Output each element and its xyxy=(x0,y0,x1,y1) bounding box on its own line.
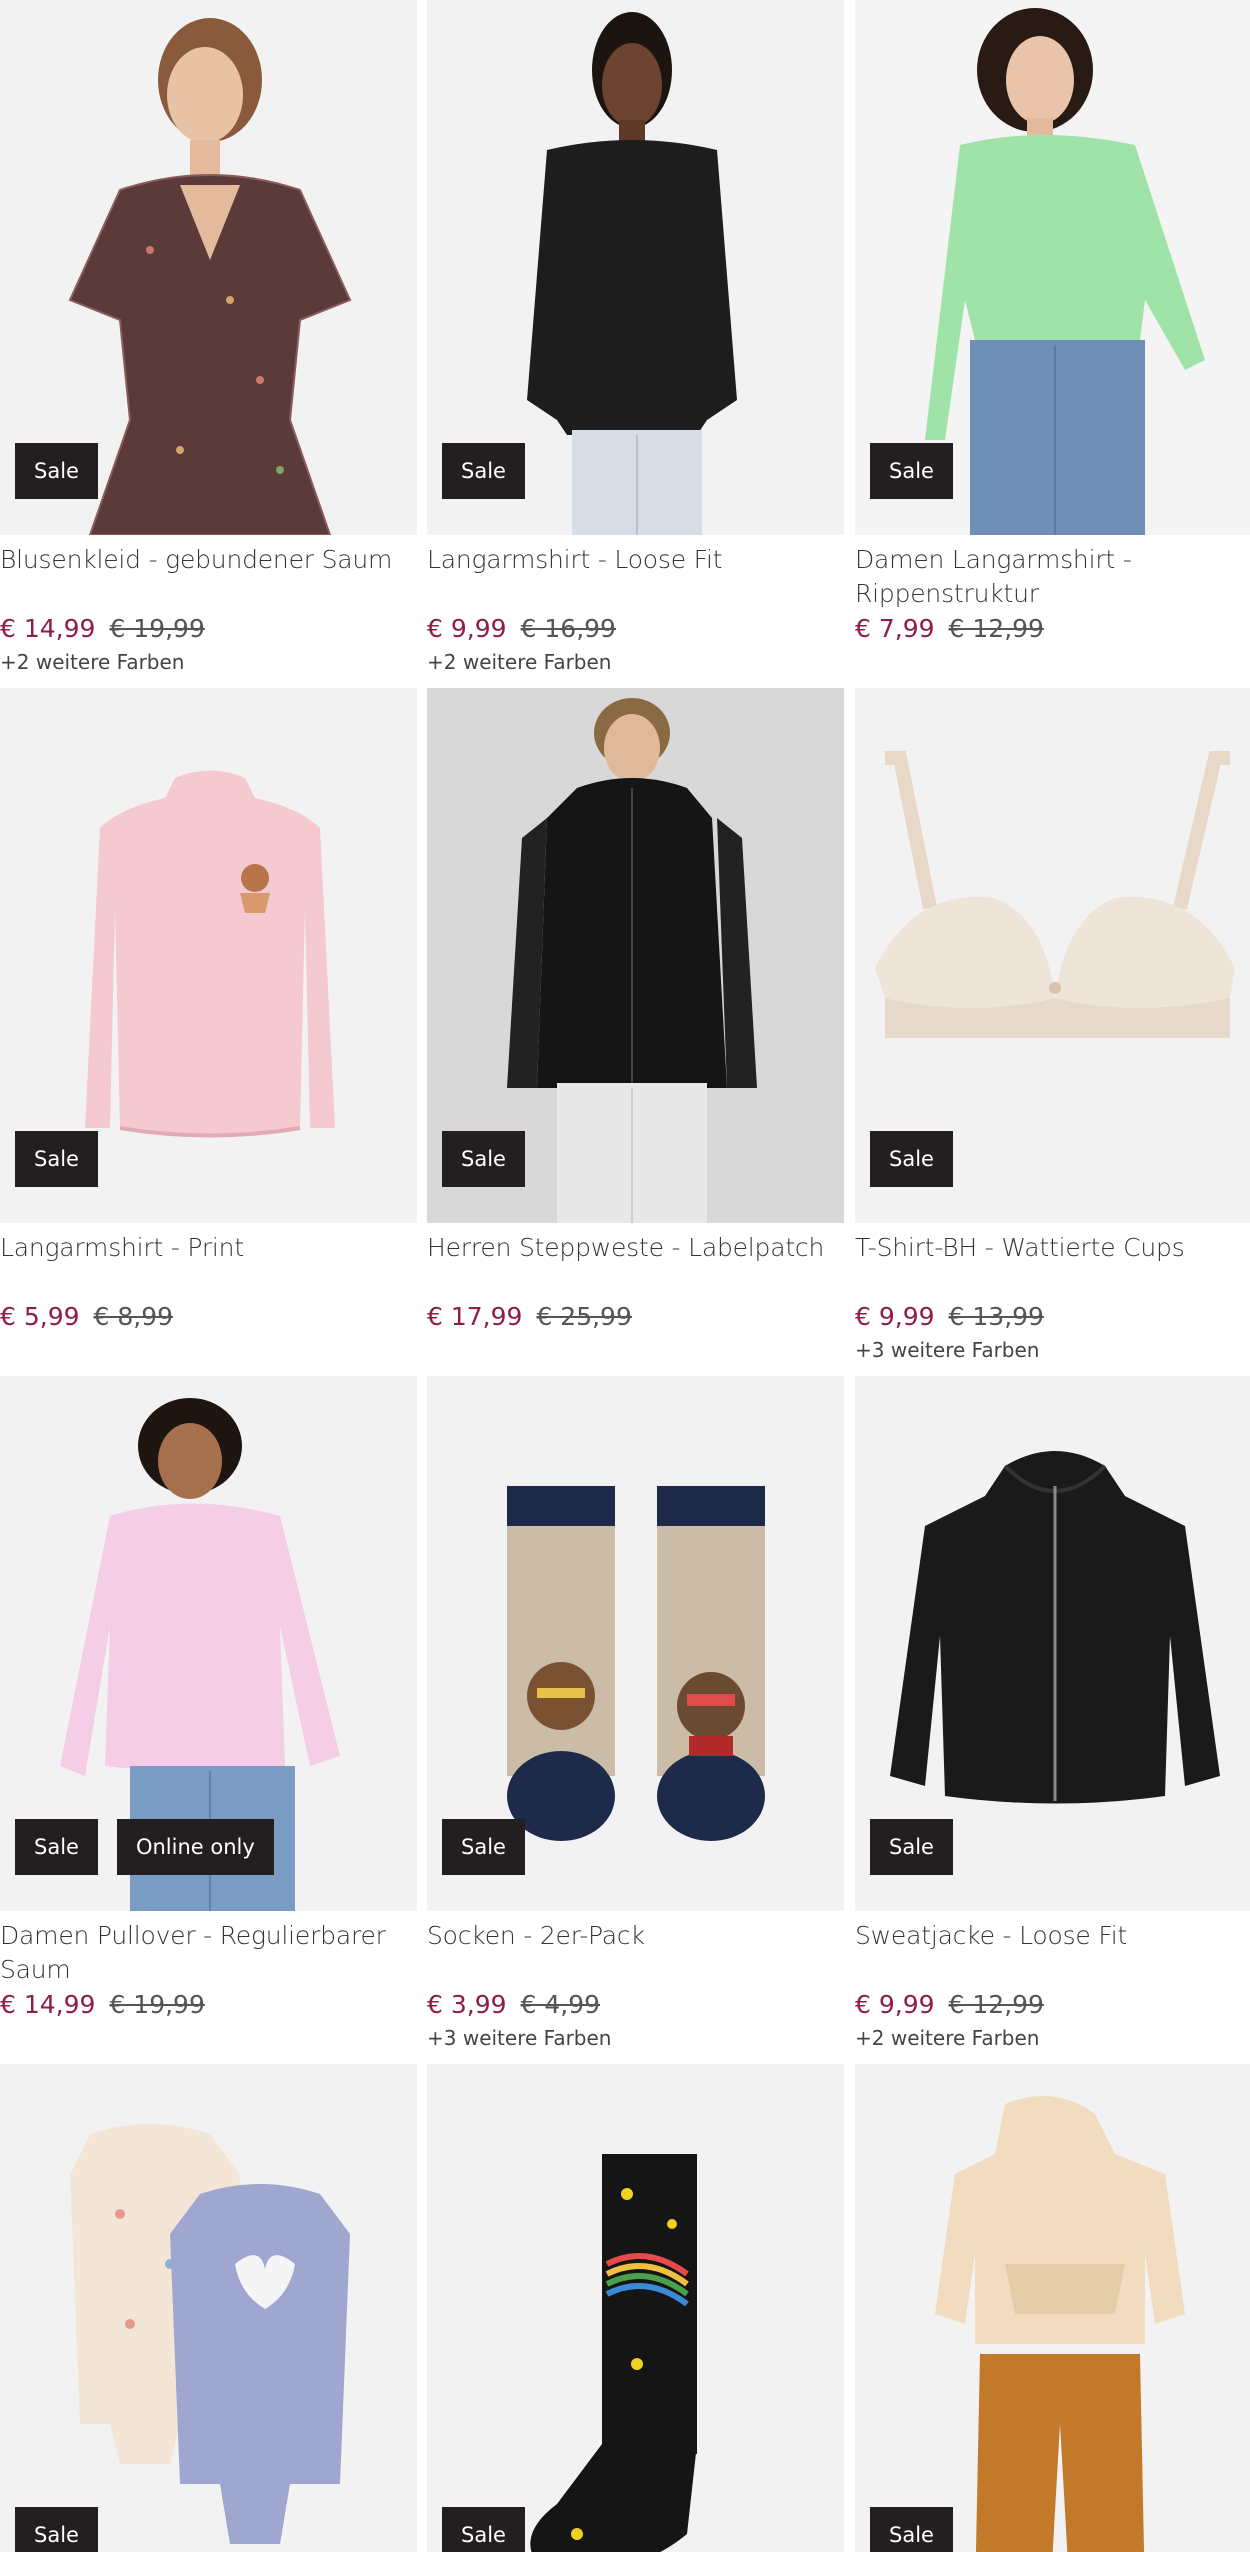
sale-badge: Sale xyxy=(442,2507,525,2552)
price-row: € 5,99 € 8,99 xyxy=(0,1299,417,1335)
badge-group: Sale xyxy=(442,443,525,499)
badge-group: Sale xyxy=(870,2507,953,2552)
sale-price: € 9,99 xyxy=(855,1302,935,1331)
more-colors-link[interactable] xyxy=(0,1335,417,1365)
price-row: € 17,99 € 25,99 xyxy=(427,1299,844,1335)
product-card[interactable]: Sale Sweatjacke - Loose Fit € 9,99 € 12,9… xyxy=(855,1376,1250,2053)
product-card[interactable]: Sale xyxy=(0,2064,417,2552)
product-image[interactable]: Sale xyxy=(427,0,844,535)
product-card[interactable]: Sale T-Shirt-BH - Wattierte Cups € 9,99 €… xyxy=(855,688,1250,1365)
badge-group: Sale Online only xyxy=(15,1819,274,1875)
sale-badge: Sale xyxy=(870,443,953,499)
price-row: € 14,99 € 19,99 xyxy=(0,611,417,647)
sale-price: € 3,99 xyxy=(427,1990,507,2019)
old-price: € 12,99 xyxy=(948,1990,1044,2019)
sale-badge: Sale xyxy=(15,1819,98,1875)
product-grid: Sale Blusenkleid - gebundener Saum € 14,… xyxy=(0,0,1250,2552)
product-card[interactable]: Sale xyxy=(427,2064,844,2552)
product-title[interactable]: Langarmshirt - Print xyxy=(0,1231,417,1299)
product-title[interactable]: Socken - 2er-Pack xyxy=(427,1919,844,1987)
sale-price: € 7,99 xyxy=(855,614,935,643)
kids-hoodie-set-image xyxy=(855,2064,1250,2552)
old-price: € 13,99 xyxy=(948,1302,1044,1331)
product-image[interactable]: Sale xyxy=(855,688,1250,1223)
sale-price: € 9,99 xyxy=(855,1990,935,2019)
old-price: € 12,99 xyxy=(948,614,1044,643)
product-title[interactable]: Damen Langarmshirt - Rippenstruktur xyxy=(855,543,1250,611)
product-image[interactable]: Sale xyxy=(855,2064,1250,2552)
sale-badge: Sale xyxy=(870,2507,953,2552)
product-title[interactable]: Herren Steppweste - Labelpatch xyxy=(427,1231,844,1299)
badge-group: Sale xyxy=(870,1819,953,1875)
sale-price: € 14,99 xyxy=(0,1990,96,2019)
product-image[interactable]: Sale Online only xyxy=(0,1376,417,1911)
product-card[interactable]: Sale Damen Langarmshirt - Rippenstruktur… xyxy=(855,0,1250,677)
badge-group: Sale xyxy=(870,443,953,499)
product-title[interactable]: Blusenkleid - gebundener Saum xyxy=(0,543,417,611)
product-image[interactable]: Sale xyxy=(855,0,1250,535)
product-image[interactable]: Sale xyxy=(0,2064,417,2552)
badge-group: Sale xyxy=(15,443,98,499)
online-only-badge: Online only xyxy=(116,1819,274,1875)
product-card[interactable]: Sale Langarmshirt - Print € 5,99 € 8,99 xyxy=(0,688,417,1365)
old-price: € 8,99 xyxy=(93,1302,174,1331)
sale-price: € 5,99 xyxy=(0,1302,80,1331)
rainbow-sock-image xyxy=(427,2064,844,2552)
more-colors-link[interactable] xyxy=(855,647,1250,677)
product-title[interactable]: Damen Pullover - Regulierbarer Saum xyxy=(0,1919,417,1987)
product-card[interactable]: Sale Blusenkleid - gebundener Saum € 14,… xyxy=(0,0,417,677)
product-title[interactable]: Langarmshirt - Loose Fit xyxy=(427,543,844,611)
badge-group: Sale xyxy=(442,1131,525,1187)
badge-group: Sale xyxy=(870,1131,953,1187)
price-row: € 3,99 € 4,99 xyxy=(427,1987,844,2023)
product-card[interactable]: Sale Online only Damen Pullover - Reguli… xyxy=(0,1376,417,2053)
baby-sleepsuits-image xyxy=(0,2064,417,2552)
badge-group: Sale xyxy=(15,2507,98,2552)
product-card[interactable]: Sale Socken - 2er-Pack € 3,99 € 4,99 +3 w… xyxy=(427,1376,844,2053)
sale-badge: Sale xyxy=(442,443,525,499)
more-colors-link[interactable]: +3 weitere Farben xyxy=(855,1335,1250,1365)
product-title[interactable]: T-Shirt-BH - Wattierte Cups xyxy=(855,1231,1250,1299)
old-price: € 19,99 xyxy=(109,1990,205,2019)
sale-badge: Sale xyxy=(442,1819,525,1875)
product-card[interactable]: Sale Herren Steppweste - Labelpatch € 17… xyxy=(427,688,844,1365)
product-card[interactable]: Sale Langarmshirt - Loose Fit € 9,99 € 16… xyxy=(427,0,844,677)
more-colors-link[interactable]: +3 weitere Farben xyxy=(427,2023,844,2053)
price-row: € 9,99 € 16,99 xyxy=(427,611,844,647)
sale-price: € 9,99 xyxy=(427,614,507,643)
product-image[interactable]: Sale xyxy=(427,2064,844,2552)
old-price: € 16,99 xyxy=(520,614,616,643)
product-image[interactable]: Sale xyxy=(427,688,844,1223)
more-colors-link[interactable]: +2 weitere Farben xyxy=(0,647,417,677)
sale-badge: Sale xyxy=(442,1131,525,1187)
price-row: € 14,99 € 19,99 xyxy=(0,1987,417,2023)
old-price: € 25,99 xyxy=(536,1302,632,1331)
more-colors-link[interactable] xyxy=(0,2023,417,2053)
more-colors-link[interactable] xyxy=(427,1335,844,1365)
sale-badge: Sale xyxy=(15,443,98,499)
badge-group: Sale xyxy=(15,1131,98,1187)
more-colors-link[interactable]: +2 weitere Farben xyxy=(427,647,844,677)
sale-badge: Sale xyxy=(15,1131,98,1187)
old-price: € 4,99 xyxy=(520,1990,601,2019)
sale-price: € 14,99 xyxy=(0,614,96,643)
old-price: € 19,99 xyxy=(109,614,205,643)
badge-group: Sale xyxy=(442,2507,525,2552)
sale-badge: Sale xyxy=(870,1131,953,1187)
badge-group: Sale xyxy=(442,1819,525,1875)
product-image[interactable]: Sale xyxy=(0,0,417,535)
sale-badge: Sale xyxy=(15,2507,98,2552)
product-card[interactable]: Sale xyxy=(855,2064,1250,2552)
product-image[interactable]: Sale xyxy=(0,688,417,1223)
price-row: € 9,99 € 12,99 xyxy=(855,1987,1250,2023)
product-title[interactable]: Sweatjacke - Loose Fit xyxy=(855,1919,1250,1987)
price-row: € 7,99 € 12,99 xyxy=(855,611,1250,647)
product-image[interactable]: Sale xyxy=(855,1376,1250,1911)
price-row: € 9,99 € 13,99 xyxy=(855,1299,1250,1335)
sale-price: € 17,99 xyxy=(427,1302,523,1331)
sale-badge: Sale xyxy=(870,1819,953,1875)
product-image[interactable]: Sale xyxy=(427,1376,844,1911)
more-colors-link[interactable]: +2 weitere Farben xyxy=(855,2023,1250,2053)
